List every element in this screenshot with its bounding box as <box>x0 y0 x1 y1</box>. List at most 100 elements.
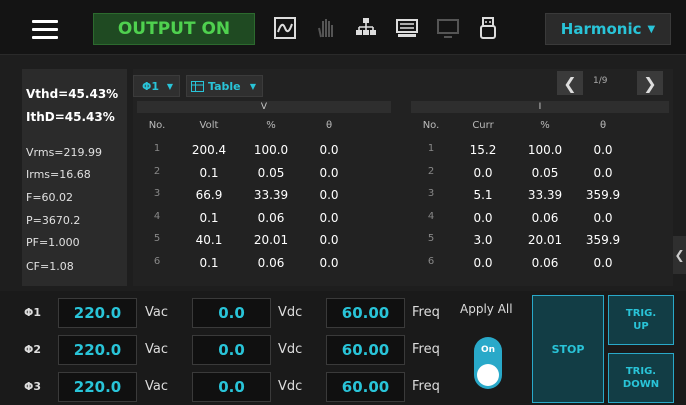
table-cell-volt: 0.1 <box>199 210 219 225</box>
trig-up-button[interactable]: TRIG. UP <box>608 295 674 345</box>
cf-value: CF=1.08 <box>26 260 74 273</box>
vdc-input[interactable]: 0.0 <box>192 335 271 365</box>
table-cell-volt: 40.1 <box>195 233 223 247</box>
column-header: Curr <box>472 120 494 131</box>
table-cell-ith: 0.0 <box>593 143 613 157</box>
ithd-value: IthD=45.43% <box>26 110 115 124</box>
table-cell-ith: 359.9 <box>585 233 621 247</box>
table-cell-vth: 0.0 <box>319 165 339 180</box>
mode-dropdown[interactable]: Harmonic ▼ <box>545 13 671 45</box>
table-cell-vpct: 0.05 <box>257 165 285 180</box>
phase-select[interactable]: Φ1 ▼ <box>133 75 180 97</box>
vthd-value: Vthd=45.43% <box>26 87 119 101</box>
table-cell-ipct: 100.0 <box>527 143 563 157</box>
vac-unit: Vac <box>145 379 168 394</box>
table-cell-vpct: 33.39 <box>253 188 289 202</box>
trig-down-button[interactable]: TRIG. DOWN <box>608 353 674 403</box>
table-cell-vth: 0.0 <box>319 255 339 270</box>
menu-icon[interactable] <box>32 20 58 39</box>
vrms-value: Vrms=219.99 <box>26 146 103 159</box>
vac-input[interactable]: 220.0 <box>58 372 137 402</box>
column-header: No. <box>148 120 166 131</box>
vac-input[interactable]: 220.0 <box>58 298 137 328</box>
table-cell-ino: 6 <box>427 255 435 267</box>
chevron-down-icon: ▼ <box>249 81 256 91</box>
voltage-group-header: V <box>137 101 391 113</box>
table-cell-ino: 4 <box>427 210 435 222</box>
table-cell-curr: 0.0 <box>473 165 493 180</box>
vdc-unit: Vdc <box>278 379 303 394</box>
toggle-state: On <box>480 345 496 355</box>
table-cell-ipct: 20.01 <box>527 233 563 247</box>
network-icon[interactable] <box>354 16 378 40</box>
table-cell-no: 5 <box>153 233 161 244</box>
table-cell-ith: 0.0 <box>593 165 613 180</box>
output-button[interactable]: OUTPUT ON <box>93 13 255 45</box>
vdc-input[interactable]: 0.0 <box>192 298 271 328</box>
freq-unit: Freq <box>412 342 440 357</box>
page-indicator: 1/9 <box>593 76 608 86</box>
vdc-unit: Vdc <box>278 305 303 320</box>
usb-icon[interactable] <box>476 16 500 40</box>
stop-button[interactable]: STOP <box>532 295 604 403</box>
table-cell-ipct: 0.05 <box>531 165 559 180</box>
table-cell-no: 2 <box>153 165 161 177</box>
phase-select-label: Φ1 <box>142 79 160 93</box>
freq-input[interactable]: 60.00 <box>326 298 405 328</box>
apply-all-toggle[interactable]: On <box>474 337 502 389</box>
prev-page-button[interactable]: ❮ <box>557 71 583 95</box>
next-page-button[interactable]: ❯ <box>637 71 663 95</box>
table-cell-no: 4 <box>153 210 161 222</box>
freq-input[interactable]: 60.00 <box>326 372 405 402</box>
freq-unit: Freq <box>412 379 440 394</box>
table-cell-ipct: 0.06 <box>531 255 559 270</box>
chevron-right-icon: ❯ <box>643 73 657 93</box>
monitor-icon[interactable] <box>436 16 460 40</box>
phase-label: Φ3 <box>24 380 42 393</box>
toggle-knob <box>477 364 499 386</box>
table-cell-ino: 5 <box>427 233 435 244</box>
table-cell-curr: 15.2 <box>469 143 497 157</box>
view-select-label: Table <box>208 79 241 93</box>
column-header: θ <box>599 120 607 131</box>
table-cell-curr: 0.0 <box>473 255 493 270</box>
freq-input[interactable]: 60.00 <box>326 335 405 365</box>
table-cell-no: 1 <box>153 143 161 154</box>
pf-value: PF=1.000 <box>26 236 80 249</box>
irms-value: Irms=16.68 <box>26 168 91 181</box>
freq-unit: Freq <box>412 305 440 320</box>
column-header: % <box>540 120 550 131</box>
side-panel-toggle[interactable]: ❮ <box>673 236 686 274</box>
vac-input[interactable]: 220.0 <box>58 335 137 365</box>
table-cell-ino: 1 <box>427 143 435 154</box>
summary-panel: Vthd=45.43% IthD=45.43% Vrms=219.99 Irms… <box>22 69 127 286</box>
freq-value: F=60.02 <box>26 191 74 204</box>
vdc-input[interactable]: 0.0 <box>192 372 271 402</box>
table-cell-vpct: 100.0 <box>253 143 289 157</box>
keyboard-icon[interactable] <box>395 16 419 40</box>
hand-icon[interactable] <box>314 16 338 40</box>
table-cell-volt: 200.4 <box>191 143 227 157</box>
column-header: No. <box>422 120 440 131</box>
table-cell-vth: 0.0 <box>319 210 339 225</box>
phase-label: Φ1 <box>24 306 42 319</box>
vac-unit: Vac <box>145 305 168 320</box>
table-cell-ino: 3 <box>427 188 435 199</box>
waveform-icon[interactable] <box>273 16 297 40</box>
table-cell-no: 6 <box>153 255 161 267</box>
table-cell-vpct: 20.01 <box>253 233 289 247</box>
column-header: Volt <box>199 120 219 131</box>
table-cell-volt: 0.1 <box>199 165 219 180</box>
current-group-header: I <box>411 101 669 113</box>
table-cell-vth: 0.0 <box>319 233 339 247</box>
table-cell-curr: 0.0 <box>473 210 493 225</box>
view-select[interactable]: Table ▼ <box>186 75 263 97</box>
phase-label: Φ2 <box>24 343 42 356</box>
table-cell-ino: 2 <box>427 165 435 177</box>
column-header: % <box>266 120 276 131</box>
chevron-down-icon: ▼ <box>647 23 656 35</box>
top-bar: OUTPUT ON Harmonic ▼ <box>0 0 686 55</box>
vdc-unit: Vdc <box>278 342 303 357</box>
table-cell-no: 3 <box>153 188 161 199</box>
table-cell-ipct: 0.06 <box>531 210 559 225</box>
